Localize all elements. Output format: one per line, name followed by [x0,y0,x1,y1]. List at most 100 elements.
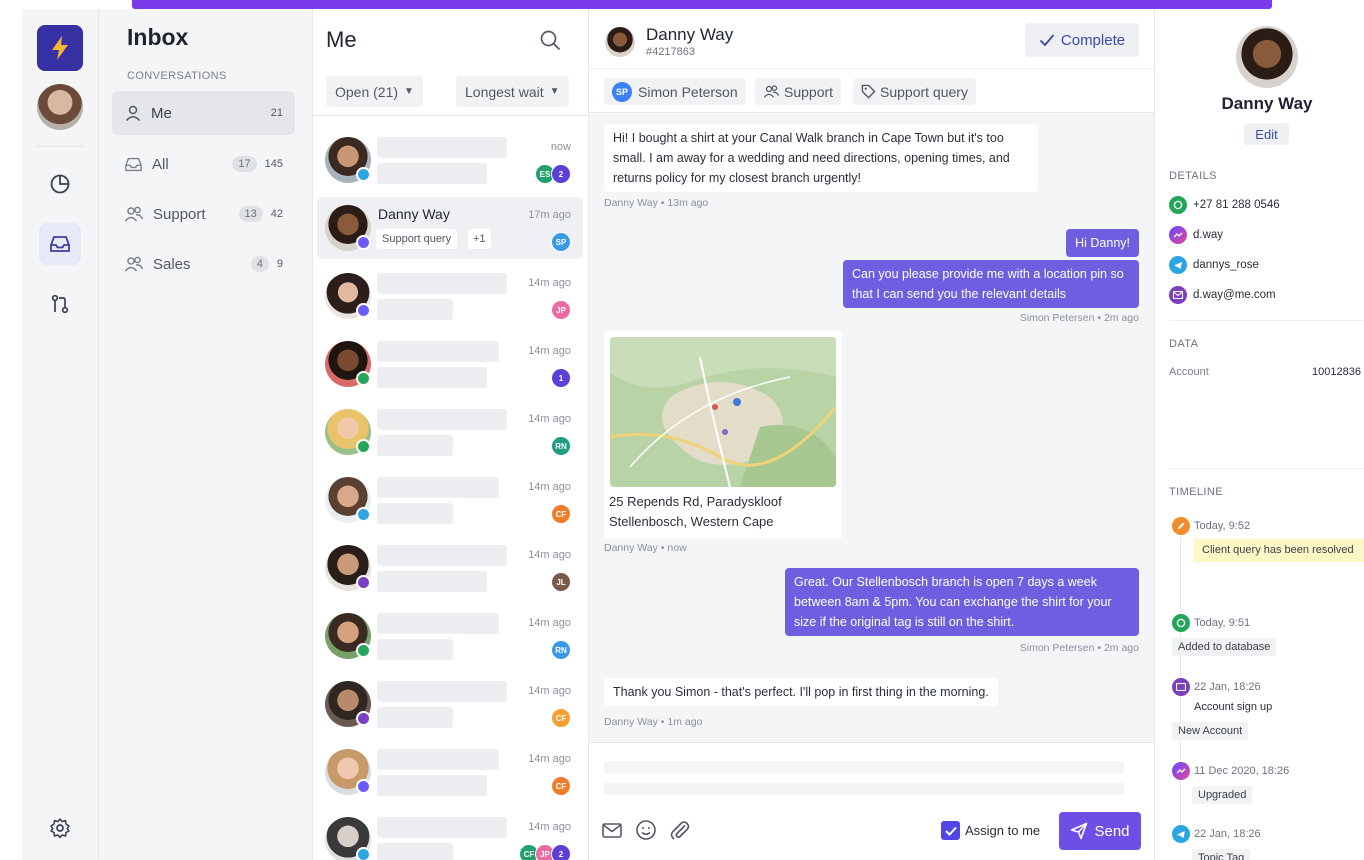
sidebar-item-support[interactable]: Support 13 42 [112,192,295,236]
conversation-time: 14m ago [528,549,571,561]
workflows-branch-icon[interactable] [39,283,81,325]
messenger-icon [356,779,371,794]
sidebar-item-count: 42 [270,208,283,220]
conversation-item[interactable]: 14m ago CF JP 2 [317,809,583,860]
checkbox-checked-icon[interactable] [941,821,960,840]
assignee-badges: CF [551,708,571,728]
settings-gear-icon[interactable] [39,807,81,849]
messenger-row[interactable]: d.way [1169,226,1223,244]
timeline-tag: Topic Tag [1192,849,1251,860]
email-icon [356,711,371,726]
assignee-badges: SP [551,232,571,252]
inbox-title: Inbox [127,24,189,50]
user-avatar[interactable] [37,84,83,130]
edit-contact-button[interactable]: Edit [1244,123,1289,145]
inbox-tray-icon[interactable] [39,223,81,265]
placeholder-preview-bar [377,639,453,660]
composer-text-line[interactable] [604,783,1124,795]
contact-avatar-large [1236,26,1298,88]
conversation-item[interactable]: 14m ago CF [317,469,583,531]
placeholder-name-bar [377,477,499,498]
placeholder-name-bar [377,137,507,158]
conversation-time: 14m ago [528,753,571,765]
conversation-item[interactable]: 14m ago CF [317,741,583,803]
contact-name: Danny Way [646,25,734,44]
assignee-badges: JL [551,572,571,592]
conversation-time: 14m ago [528,345,571,357]
phone-row[interactable]: +27 81 288 0546 [1169,196,1280,214]
placeholder-preview-bar [377,503,453,524]
conversation-time: now [550,141,571,153]
placeholder-preview-bar [377,367,487,388]
assignee-chip[interactable]: SP Simon Peterson [604,78,746,105]
search-icon[interactable] [539,29,561,56]
placeholder-preview-bar [377,435,453,456]
details-divider [1169,320,1364,321]
conversation-item[interactable]: 14m ago JL [317,537,583,599]
check-icon [1039,34,1055,47]
emoji-icon[interactable] [635,819,657,841]
assignee-badges: 1 [551,368,571,388]
attachment-icon[interactable] [669,819,691,841]
assignee-badge: RN [551,640,571,660]
sidebar-item-sales[interactable]: Sales 4 9 [112,242,295,286]
list-header-divider [313,115,588,116]
assignee-badges: CF [551,504,571,524]
placeholder-preview-bar [377,163,487,184]
message-composer[interactable]: Assign to me Send [589,742,1154,860]
complete-label: Complete [1060,31,1126,49]
person-icon [125,105,141,122]
message-outgoing: Great. Our Stellenbosch branch is open 7… [785,568,1139,636]
location-address: 25 Repends Rd, Paradyskloof Stellenbosch… [609,492,782,532]
messenger-value: d.way [1193,229,1224,241]
address-line-1: 25 Repends Rd, Paradyskloof [609,494,782,509]
email-icon[interactable] [601,819,623,841]
conversation-item[interactable]: 14m ago RN [317,401,583,463]
conversation-item[interactable]: 14m ago JP [317,265,583,327]
details-heading: DETAILS [1169,170,1217,182]
telegram-row[interactable]: dannys_rose [1169,256,1259,274]
placeholder-name-bar [377,341,499,362]
conversation-item[interactable]: 14m ago RN [317,605,583,667]
location-pin-message[interactable]: 25 Repends Rd, Paradyskloof Stellenbosch… [604,331,842,539]
assignee-name: Simon Peterson [638,83,738,100]
assignee-badge: CF [551,708,571,728]
tag-chip[interactable]: Support query [853,78,976,105]
conversation-item[interactable]: Danny Way Support query +1 17m ago SP [317,197,583,259]
complete-button[interactable]: Complete [1025,23,1139,57]
send-button[interactable]: Send [1059,812,1141,850]
conversation-time: 14m ago [528,277,571,289]
messenger-icon [356,303,371,318]
sidebar-item-label: Me [151,104,172,122]
sidebar-item-label: Sales [153,255,191,273]
timeline-note: Client query has been resolved [1194,539,1364,562]
assignee-badge: CF [551,504,571,524]
data-heading: DATA [1169,338,1199,350]
conversation-item[interactable]: now ES 2 [317,129,583,191]
conversation-time: 17m ago [528,209,571,221]
sidebar-item-count: 21 [270,107,283,119]
sort-filter-dropdown[interactable]: Longest wait ▼ [456,76,569,107]
sidebar-item-me[interactable]: Me 21 [112,91,295,135]
timeline-time: Today, 9:51 [1194,617,1251,629]
logo-bolt-icon[interactable] [37,25,83,71]
email-row[interactable]: d.way@me.com [1169,286,1276,304]
pencil-icon [1172,517,1190,535]
account-label: Account [1169,366,1209,378]
team-chip[interactable]: Support [755,78,842,105]
conversation-item[interactable]: 14m ago CF [317,673,583,735]
chat-header: Danny Way #4217863 Complete SP Simon Pet… [589,9,1154,113]
reports-pie-icon[interactable] [39,163,81,205]
assign-to-me-toggle[interactable]: Assign to me [941,821,1040,840]
status-filter-dropdown[interactable]: Open (21) ▼ [326,76,423,107]
sidebar-item-all[interactable]: All 17 145 [112,142,295,186]
sidebar-item-unread-pill: 17 [232,156,257,172]
composer-text-line[interactable] [604,761,1124,773]
placeholder-name-bar [377,681,507,702]
message-outgoing: Hi Danny! [1066,229,1139,257]
conversation-item[interactable]: 14m ago 1 [317,333,583,395]
timeline-tag: New Account [1172,722,1249,740]
placeholder-name-bar [377,817,507,838]
assignee-badges: CF [551,776,571,796]
assignee-avatar: SP [612,81,632,102]
